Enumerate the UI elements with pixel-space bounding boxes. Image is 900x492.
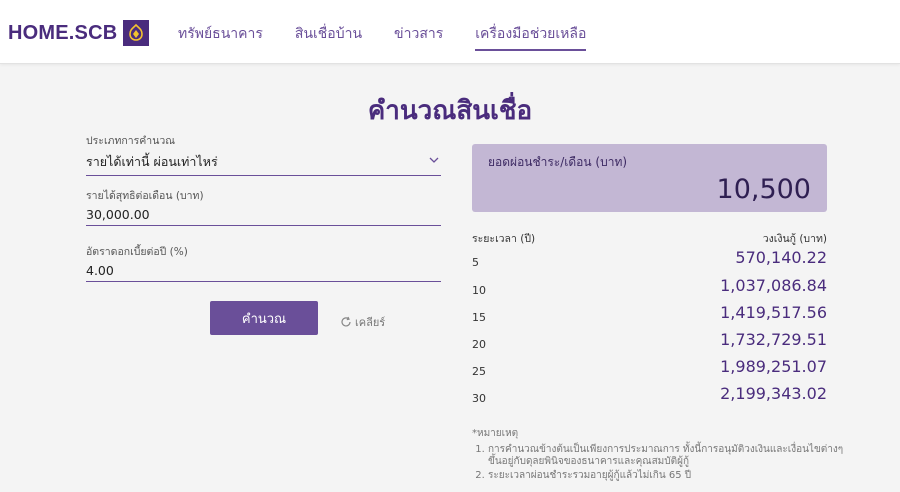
- table-row: 5 570,140.22: [472, 248, 827, 274]
- disclaimer-notes: *หมายเหตุ การคำนวณข้างต้นเป็นเพียงการประ…: [472, 428, 852, 484]
- loan-amount-column-header: วงเงินกู้ (บาท): [762, 233, 827, 245]
- row-period: 5: [472, 256, 479, 269]
- logo[interactable]: HOME.SCB: [8, 20, 150, 46]
- nav-item-properties[interactable]: ทรัพย์ธนาคาร: [178, 23, 263, 51]
- table-row: 10 1,037,086.84: [472, 276, 827, 302]
- logo-text: HOME.SCB: [8, 21, 118, 44]
- nav-item-news[interactable]: ข่าวสาร: [394, 23, 443, 51]
- refresh-icon: [341, 316, 351, 327]
- table-row: 30 2,199,343.02: [472, 384, 827, 410]
- interest-rate-field[interactable]: อัตราดอกเบี้ยต่อปี (%) 4.00: [86, 243, 441, 282]
- table-row: 15 1,419,517.56: [472, 303, 827, 329]
- row-amount: 2,199,343.02: [720, 384, 827, 403]
- row-period: 20: [472, 338, 486, 351]
- main-nav: ทรัพย์ธนาคาร สินเชื่อบ้าน ข่าวสาร เครื่อ…: [178, 23, 618, 51]
- page-title: คำนวณสินเชื่อ: [367, 96, 533, 126]
- table-row: 20 1,732,729.51: [472, 330, 827, 356]
- row-amount: 1,419,517.56: [720, 303, 827, 322]
- row-period: 10: [472, 284, 486, 297]
- calc-type-select[interactable]: ประเภทการคำนวณ รายได้เท่านี้ ผ่อนเท่าไหร…: [86, 132, 441, 176]
- site-header: HOME.SCB ทรัพย์ธนาคาร สินเชื่อบ้าน ข่าวส…: [0, 0, 900, 64]
- clear-button[interactable]: เคลียร์: [340, 313, 385, 331]
- row-period: 25: [472, 365, 486, 378]
- calc-type-label: ประเภทการคำนวณ: [86, 135, 176, 147]
- income-field[interactable]: รายได้สุทธิต่อเดือน (บาท) 30,000.00: [86, 187, 441, 226]
- income-value: 30,000.00: [86, 207, 150, 222]
- clear-label: เคลียร์: [355, 316, 386, 329]
- interest-rate-label: อัตราดอกเบี้ยต่อปี (%): [86, 246, 188, 258]
- notes-title: *หมายเหตุ: [472, 428, 519, 439]
- note-item: ระยะเวลาผ่อนชำระรวมอายุผู้กู้แล้วไม่เกิน…: [488, 470, 852, 482]
- nav-item-tools[interactable]: เครื่องมือช่วยเหลือ: [475, 23, 587, 51]
- row-amount: 570,140.22: [735, 248, 827, 267]
- calc-type-value: รายได้เท่านี้ ผ่อนเท่าไหร่: [86, 154, 218, 169]
- monthly-payment-label: ยอดผ่อนชำระ/เดือน (บาท): [488, 155, 628, 169]
- row-amount: 1,037,086.84: [720, 276, 827, 295]
- income-label: รายได้สุทธิต่อเดือน (บาท): [86, 190, 204, 202]
- table-row: 25 1,989,251.07: [472, 357, 827, 383]
- row-period: 30: [472, 392, 486, 405]
- row-period: 15: [472, 311, 486, 324]
- monthly-payment-value: 10,500: [716, 174, 811, 205]
- notes-list: การคำนวณข้างต้นเป็นเพียงการประมาณการ ทั้…: [472, 444, 852, 482]
- scb-emblem-icon: [123, 20, 150, 46]
- row-amount: 1,732,729.51: [720, 330, 827, 349]
- period-column-header: ระยะเวลา (ปี): [472, 233, 536, 245]
- interest-rate-value: 4.00: [86, 263, 114, 278]
- nav-item-home-loan[interactable]: สินเชื่อบ้าน: [295, 23, 362, 51]
- calculate-button[interactable]: คำนวณ: [210, 301, 318, 335]
- monthly-payment-card: ยอดผ่อนชำระ/เดือน (บาท) 10,500: [472, 144, 827, 212]
- chevron-down-icon: [429, 148, 439, 167]
- row-amount: 1,989,251.07: [720, 357, 827, 376]
- note-item: การคำนวณข้างต้นเป็นเพียงการประมาณการ ทั้…: [488, 444, 852, 468]
